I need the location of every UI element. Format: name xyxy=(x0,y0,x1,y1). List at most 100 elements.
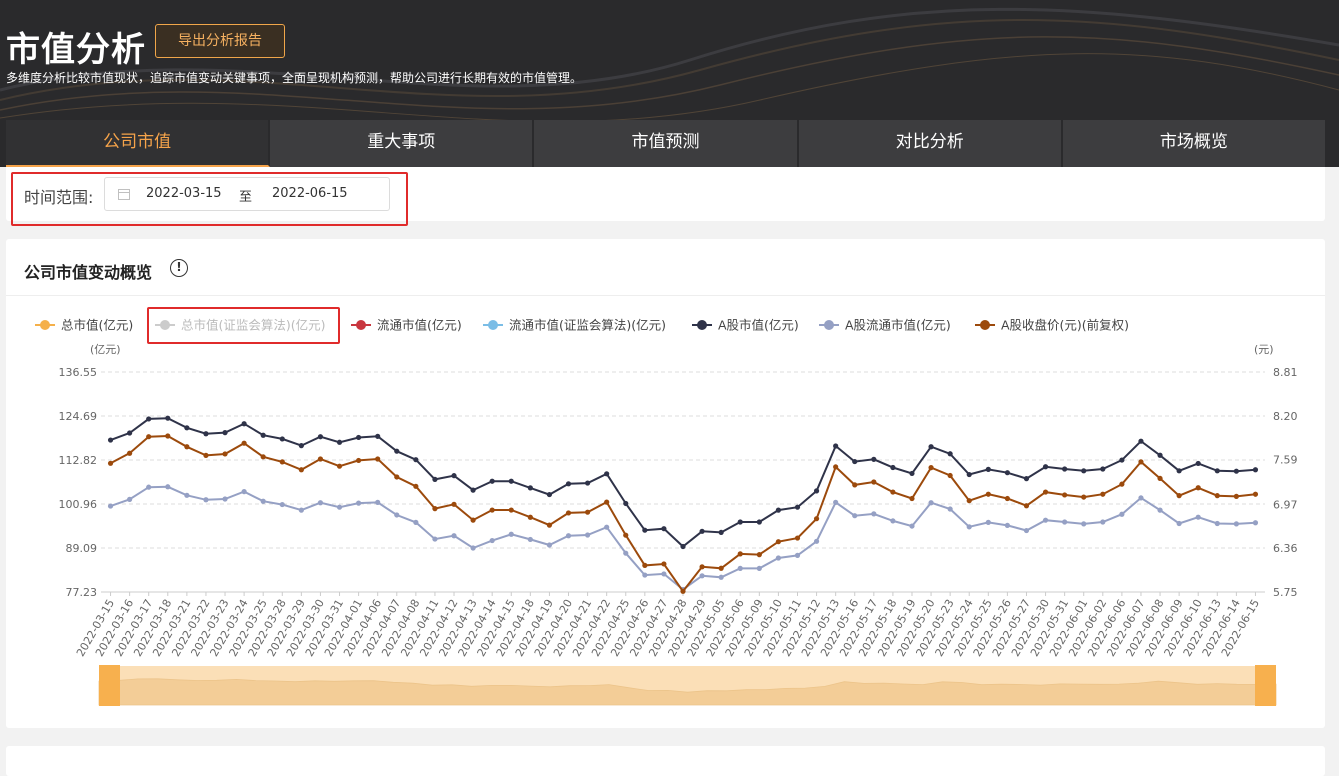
data-point xyxy=(1157,475,1163,482)
data-point xyxy=(279,501,285,508)
data-point xyxy=(623,500,629,507)
data-point xyxy=(1252,491,1259,497)
data-point xyxy=(470,517,476,523)
zoom-handle-right[interactable] xyxy=(1255,665,1276,706)
data-point xyxy=(890,489,896,495)
data-point xyxy=(222,430,228,436)
data-point xyxy=(565,533,572,539)
data-point xyxy=(1042,517,1049,523)
data-point xyxy=(375,433,381,439)
data-point xyxy=(718,574,724,580)
data-point xyxy=(241,421,247,427)
legend-marker-0 xyxy=(40,320,50,330)
data-point xyxy=(317,434,324,440)
data-point xyxy=(470,545,476,551)
data-point xyxy=(1157,452,1163,458)
data-point xyxy=(508,507,514,513)
data-point xyxy=(871,511,877,517)
data-point xyxy=(852,482,858,488)
data-point xyxy=(852,458,858,465)
data-point xyxy=(203,497,209,503)
data-point xyxy=(470,487,476,493)
data-point xyxy=(1023,527,1030,534)
data-point xyxy=(642,527,648,533)
legend-item-6[interactable]: A股收盘价(元)(前复权) xyxy=(1001,318,1129,333)
data-point xyxy=(1195,460,1201,467)
y-left-tick: 112.82 xyxy=(59,454,98,467)
data-point xyxy=(813,488,820,494)
data-point xyxy=(165,433,171,439)
data-point xyxy=(203,431,209,437)
data-point xyxy=(184,425,190,431)
y-right-tick: 8.20 xyxy=(1273,410,1298,423)
data-point xyxy=(336,439,343,445)
data-point xyxy=(184,444,190,450)
legend-item-4[interactable]: A股市值(亿元) xyxy=(718,318,799,333)
data-point xyxy=(1004,522,1010,528)
legend-marker-6 xyxy=(980,320,990,330)
data-point xyxy=(375,499,381,505)
highlight-box-legend xyxy=(147,307,340,344)
data-point xyxy=(565,481,572,487)
legend-item-2[interactable]: 流通市值(亿元) xyxy=(377,318,462,333)
data-point xyxy=(928,500,934,506)
data-point xyxy=(356,500,362,506)
data-point xyxy=(642,572,648,578)
data-point xyxy=(127,450,133,456)
data-point xyxy=(1157,507,1163,513)
data-point xyxy=(432,536,438,542)
data-point xyxy=(890,464,896,471)
data-point xyxy=(909,523,915,529)
y-right-tick: 8.81 xyxy=(1273,366,1298,379)
legend-item-5[interactable]: A股流通市值(亿元) xyxy=(845,318,951,333)
data-point xyxy=(546,522,553,528)
data-point xyxy=(203,452,209,458)
data-point xyxy=(947,506,953,512)
data-point xyxy=(1023,476,1030,482)
data-point xyxy=(1138,459,1144,465)
data-point xyxy=(1176,520,1182,527)
data-point xyxy=(298,507,304,513)
y-left-tick: 124.69 xyxy=(59,410,98,423)
data-point xyxy=(699,564,705,570)
data-point xyxy=(833,464,839,470)
data-point xyxy=(909,470,915,477)
data-point xyxy=(985,491,991,497)
data-point xyxy=(833,499,839,505)
data-point xyxy=(1214,493,1220,499)
data-point xyxy=(1214,520,1220,527)
data-point xyxy=(394,474,400,480)
data-point xyxy=(718,529,724,536)
right-axis-unit: (元) xyxy=(1254,343,1274,356)
next-panel xyxy=(6,746,1325,776)
data-point xyxy=(279,459,285,465)
market-value-chart: 总市值(亿元) 总市值(证监会算法)(亿元) 流通市值(亿元) 流通市值(证监会算法)… xyxy=(35,318,1298,706)
y-left-tick: 77.23 xyxy=(66,586,98,599)
legend-item-0[interactable]: 总市值(亿元) xyxy=(61,318,133,333)
data-point xyxy=(661,526,667,532)
data-point xyxy=(661,561,667,567)
y-left-tick: 100.96 xyxy=(59,498,98,511)
data-point xyxy=(584,509,591,515)
data-point xyxy=(298,443,304,449)
data-point xyxy=(1214,468,1220,474)
data-point xyxy=(794,535,801,541)
data-point xyxy=(813,538,820,544)
data-point xyxy=(127,430,133,436)
zoom-handle-left[interactable] xyxy=(99,665,120,706)
data-point xyxy=(508,478,514,484)
data-point xyxy=(737,519,743,525)
data-point xyxy=(489,537,495,544)
data-point xyxy=(756,552,762,558)
data-point xyxy=(737,565,743,571)
legend-item-3[interactable]: 流通市值(证监会算法)(亿元) xyxy=(509,318,666,333)
data-point xyxy=(241,440,247,446)
data-point xyxy=(394,448,400,454)
data-point xyxy=(451,501,457,507)
data-point xyxy=(260,498,266,504)
data-point xyxy=(1004,470,1010,476)
data-point xyxy=(565,510,572,516)
data-point xyxy=(1119,511,1125,517)
data-point xyxy=(413,457,419,463)
data-point xyxy=(432,476,438,482)
